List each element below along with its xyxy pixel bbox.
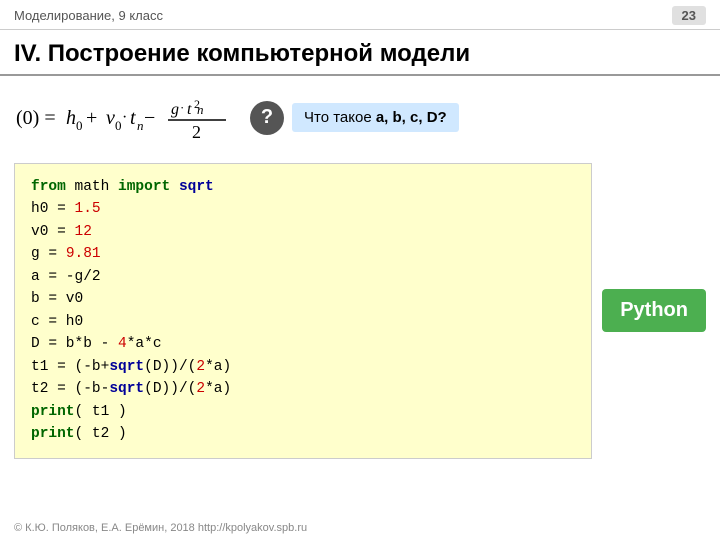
svg-text:t: t: [187, 101, 192, 118]
svg-text:0: 0: [76, 118, 83, 133]
svg-text:h: h: [66, 107, 76, 129]
question-plain-text: Что такое: [304, 109, 376, 126]
code-line-5: a = -g/2: [31, 266, 575, 288]
svg-text:−: −: [144, 107, 155, 129]
question-circle: ?: [250, 101, 284, 135]
code-line-8: D = b*b - 4*a*c: [31, 333, 575, 355]
main-content: (0) = h 0 + v 0 · t n − g · t: [0, 76, 720, 469]
svg-text:n: n: [197, 102, 204, 117]
val-g: 9.81: [66, 246, 101, 262]
footer: © К.Ю. Поляков, Е.А. Ерёмин, 2018 http:/…: [14, 522, 307, 534]
page-number: 23: [672, 6, 706, 25]
val-4: 4: [118, 336, 127, 352]
subject-label: Моделирование, 9 класс: [14, 8, 163, 23]
code-line-10: t2 = (-b-sqrt(D))/(2*a): [31, 378, 575, 400]
code-line-3: v0 = 12: [31, 221, 575, 243]
code-line-6: b = v0: [31, 288, 575, 310]
title-section: IV. Построение компьютерной модели: [0, 30, 720, 76]
header: Моделирование, 9 класс 23: [0, 0, 720, 30]
val-2a: 2: [92, 269, 101, 285]
code-line-7: c = h0: [31, 311, 575, 333]
page-title: IV. Построение компьютерной модели: [14, 40, 470, 67]
svg-text:·: ·: [180, 100, 184, 115]
formula-svg: (0) = h 0 + v 0 · t n − g · t: [14, 86, 234, 144]
svg-text:g: g: [171, 101, 179, 118]
kw-from: from: [31, 179, 66, 195]
code-box: from math import sqrt h0 = 1.5 v0 = 12 g…: [14, 163, 592, 459]
code-line-1: from math import sqrt: [31, 176, 575, 198]
svg-text:v: v: [106, 107, 115, 129]
svg-text:t: t: [130, 107, 136, 129]
code-line-11: print( t1 ): [31, 401, 575, 423]
svg-text:(0) =: (0) =: [16, 107, 56, 129]
formula-row: (0) = h 0 + v 0 · t n − g · t: [14, 86, 706, 149]
code-line-4: g = 9.81: [31, 243, 575, 265]
svg-text:0: 0: [115, 118, 122, 133]
val-v0: 12: [75, 224, 92, 240]
question-text-label: Что такое a, b, c, D?: [292, 103, 459, 132]
fn-sqrt: sqrt: [179, 179, 214, 195]
svg-text:n: n: [137, 118, 144, 133]
svg-text:·: ·: [122, 109, 127, 126]
fn-sqrt-t1: sqrt: [109, 359, 144, 375]
question-symbol: ?: [261, 106, 273, 129]
val-2t1: 2: [196, 359, 205, 375]
python-badge: Python: [602, 289, 706, 332]
formula-container: (0) = h 0 + v 0 · t n − g · t: [14, 86, 234, 149]
svg-text:+: +: [86, 107, 97, 129]
kw-print2: print: [31, 426, 75, 442]
code-line-2: h0 = 1.5: [31, 198, 575, 220]
svg-text:2: 2: [192, 122, 201, 142]
code-wrapper: from math import sqrt h0 = 1.5 v0 = 12 g…: [14, 163, 706, 459]
code-line-9: t1 = (-b+sqrt(D))/(2*a): [31, 356, 575, 378]
kw-print1: print: [31, 404, 75, 420]
question-bold-text: a, b, c, D?: [376, 109, 447, 126]
question-box: ? Что такое a, b, c, D?: [250, 101, 459, 135]
val-2t2: 2: [196, 381, 205, 397]
kw-import: import: [118, 179, 170, 195]
val-h0: 1.5: [75, 201, 101, 217]
code-line-12: print( t2 ): [31, 423, 575, 445]
fn-sqrt-t2: sqrt: [109, 381, 144, 397]
